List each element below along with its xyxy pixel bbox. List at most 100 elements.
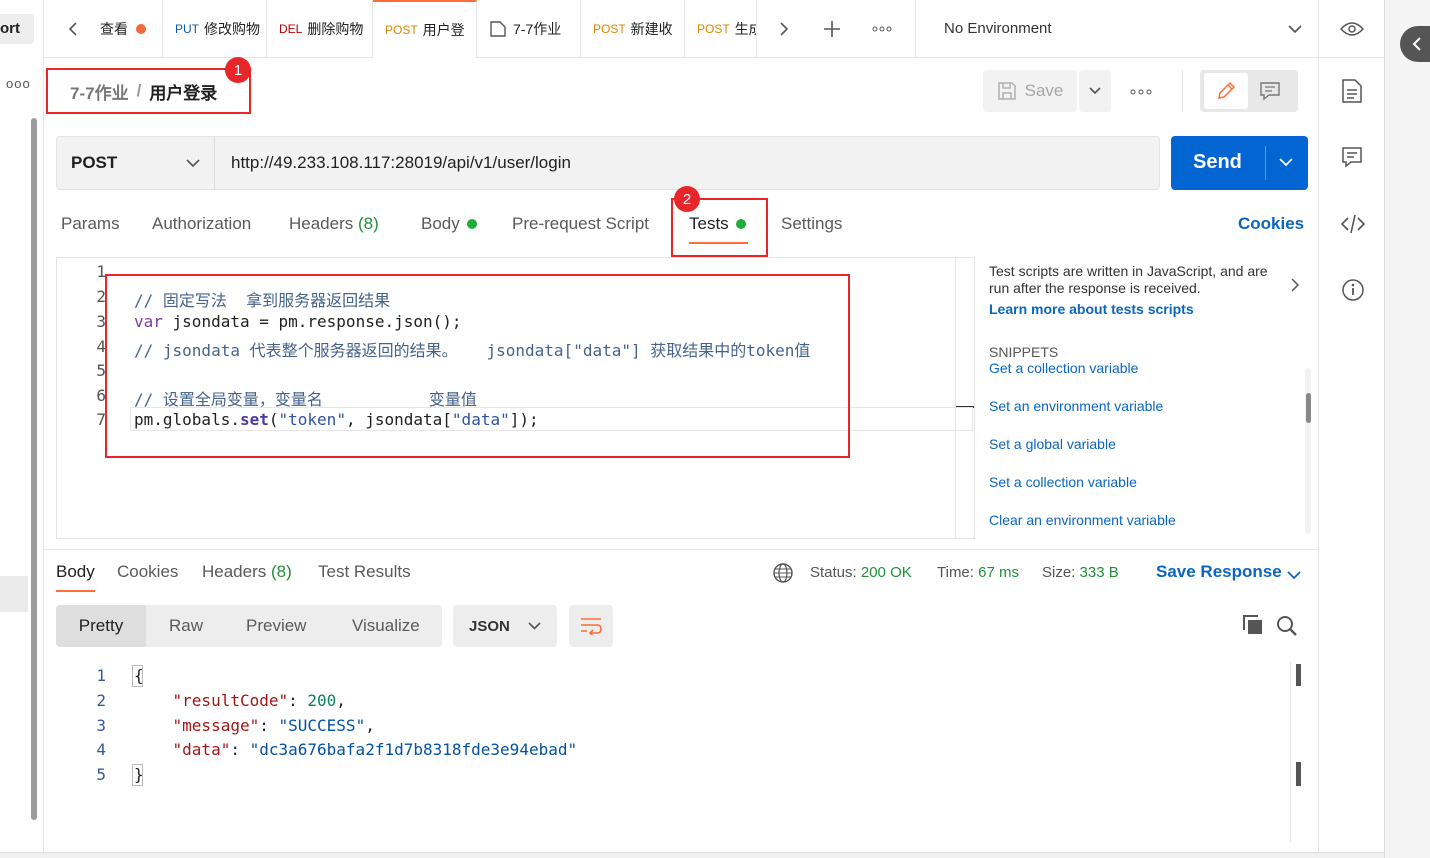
- search-icon[interactable]: [1276, 615, 1298, 642]
- import-button[interactable]: ort: [0, 14, 34, 44]
- response-scrollbar-thumb[interactable]: [1296, 664, 1301, 686]
- tab-post-generate[interactable]: POST 生成: [685, 0, 757, 58]
- response-divider: [1290, 662, 1291, 842]
- headers-count: (8): [358, 214, 379, 233]
- response-type-select[interactable]: JSON: [453, 605, 557, 647]
- save-button[interactable]: Save: [983, 70, 1077, 112]
- documentation-icon[interactable]: [1341, 78, 1363, 109]
- line-number: 5: [96, 361, 106, 380]
- save-dropdown-chevron-icon[interactable]: [1079, 70, 1111, 112]
- snippets-collapse-chevron-icon[interactable]: [1291, 278, 1300, 295]
- tab-label: 查看: [100, 21, 128, 37]
- status-bar: [0, 852, 1384, 858]
- line-number: 3: [96, 312, 106, 331]
- response-status[interactable]: Status: 200 OK: [810, 564, 912, 581]
- tab-scroll-left-icon[interactable]: [58, 0, 88, 58]
- divider: [1318, 0, 1319, 58]
- tab-post-user-login[interactable]: POST 用户登: [373, 0, 477, 58]
- collapse-chevron-left-icon[interactable]: [1400, 26, 1430, 62]
- response-tab-headers[interactable]: Headers (8): [202, 562, 292, 582]
- divider: [915, 0, 916, 58]
- tab-options-icon[interactable]: [866, 0, 898, 58]
- json-number: 200: [307, 691, 337, 710]
- breadcrumb-request[interactable]: 用户登录: [149, 79, 217, 104]
- edit-pencil-icon[interactable]: [1204, 73, 1248, 109]
- line-number: 1: [96, 262, 106, 281]
- tab-collection-7-7[interactable]: 7-7作业: [477, 0, 581, 58]
- save-icon: [997, 81, 1017, 101]
- method-select[interactable]: POST: [57, 137, 215, 189]
- response-line-number: 3: [96, 716, 106, 735]
- tab-pre-request-script[interactable]: Pre-request Script: [512, 214, 649, 234]
- snippets-scrollbar-thumb[interactable]: [1306, 393, 1311, 423]
- tab-method: POST: [697, 22, 730, 36]
- request-more-options-icon[interactable]: [1130, 82, 1152, 98]
- tab-params[interactable]: Params: [61, 214, 120, 234]
- sidebar-selected-item[interactable]: [0, 576, 28, 612]
- send-label: Send: [1193, 151, 1242, 173]
- response-type-chevron-icon: [528, 622, 541, 630]
- snippet-set-environment-variable[interactable]: Set an environment variable: [989, 398, 1163, 414]
- wrap-lines-icon[interactable]: [569, 605, 613, 647]
- comment-mode-icon[interactable]: [1259, 81, 1281, 106]
- code-snippet-icon[interactable]: [1340, 214, 1366, 239]
- tab-label: 生成: [734, 21, 756, 37]
- unsaved-dot-icon: [136, 24, 146, 34]
- snippet-get-collection-variable[interactable]: Get a collection variable: [989, 360, 1138, 376]
- body-indicator-dot-icon: [466, 219, 477, 229]
- time-label: Time:: [937, 564, 974, 581]
- snippet-clear-environment-variable[interactable]: Clear an environment variable: [989, 512, 1176, 528]
- tab-put-update-cart[interactable]: PUT 修改购物: [163, 0, 267, 58]
- environment-select[interactable]: No Environment: [944, 20, 1052, 37]
- sidebar-scrollbar[interactable]: [31, 118, 37, 820]
- new-tab-plus-icon[interactable]: [816, 0, 848, 58]
- breadcrumb-separator: /: [136, 81, 142, 100]
- format-visualize-button[interactable]: Visualize: [352, 616, 420, 636]
- url-input[interactable]: http://49.233.108.117:28019/api/v1/user/…: [231, 153, 571, 173]
- snippet-set-global-variable[interactable]: Set a global variable: [989, 436, 1116, 452]
- learn-more-link[interactable]: Learn more about tests scripts: [989, 301, 1194, 317]
- send-options-chevron-icon[interactable]: [1279, 158, 1293, 167]
- format-pretty-button[interactable]: Pretty: [56, 605, 146, 647]
- environment-chevron-down-icon[interactable]: [1280, 0, 1310, 58]
- snippet-set-collection-variable[interactable]: Set a collection variable: [989, 474, 1137, 490]
- copy-icon[interactable]: [1242, 614, 1264, 641]
- response-tab-test-results[interactable]: Test Results: [318, 562, 411, 582]
- response-time[interactable]: Time: 67 ms: [937, 564, 1019, 581]
- tab-post-new-address[interactable]: POST 新建收: [581, 0, 685, 58]
- size-label: Size:: [1042, 564, 1076, 581]
- response-size[interactable]: Size: 333 B: [1042, 564, 1119, 581]
- sidebar-more-icon[interactable]: ooo: [6, 76, 31, 91]
- annotation-badge-2: 2: [674, 186, 700, 212]
- response-tab-cookies[interactable]: Cookies: [117, 562, 178, 582]
- tab-scroll-right-icon[interactable]: [769, 0, 799, 58]
- send-button[interactable]: Send: [1171, 136, 1308, 190]
- snippets-panel: Test scripts are written in JavaScript, …: [989, 258, 1311, 538]
- save-response-chevron-icon[interactable]: [1287, 567, 1301, 585]
- response-tab-body[interactable]: Body: [56, 562, 95, 582]
- tab-authorization[interactable]: Authorization: [152, 214, 251, 234]
- info-icon[interactable]: [1341, 278, 1365, 307]
- cookies-link[interactable]: Cookies: [1238, 214, 1304, 234]
- request-tab-bar: 查看 PUT 修改购物 DEL 删除购物 POST 用户登 7-7作业 POST 新建收…: [44, 0, 1384, 58]
- tab-query[interactable]: 查看: [88, 0, 163, 58]
- method-chevron-down-icon: [186, 158, 200, 168]
- tab-body[interactable]: Body: [421, 214, 477, 234]
- response-line-number: 2: [96, 691, 106, 710]
- save-response-button[interactable]: Save Response: [1156, 562, 1282, 582]
- format-raw-button[interactable]: Raw: [169, 616, 203, 636]
- snippets-intro: Test scripts are written in JavaScript, …: [989, 263, 1268, 296]
- tab-headers[interactable]: Headers (8): [289, 214, 379, 234]
- size-value: 333 B: [1079, 564, 1119, 581]
- outer-panel: [1384, 0, 1430, 858]
- breadcrumb-collection[interactable]: 7-7作业: [70, 79, 129, 104]
- tab-label: 新建收: [630, 21, 673, 37]
- tab-del-cart[interactable]: DEL 删除购物: [267, 0, 373, 58]
- line-number: 7: [96, 410, 106, 429]
- tab-method: PUT: [175, 22, 199, 36]
- tab-settings[interactable]: Settings: [781, 214, 842, 234]
- network-globe-icon[interactable]: [772, 562, 794, 589]
- format-preview-button[interactable]: Preview: [246, 616, 306, 636]
- comments-icon[interactable]: [1341, 146, 1363, 173]
- environment-quick-look-eye-icon[interactable]: [1334, 0, 1370, 58]
